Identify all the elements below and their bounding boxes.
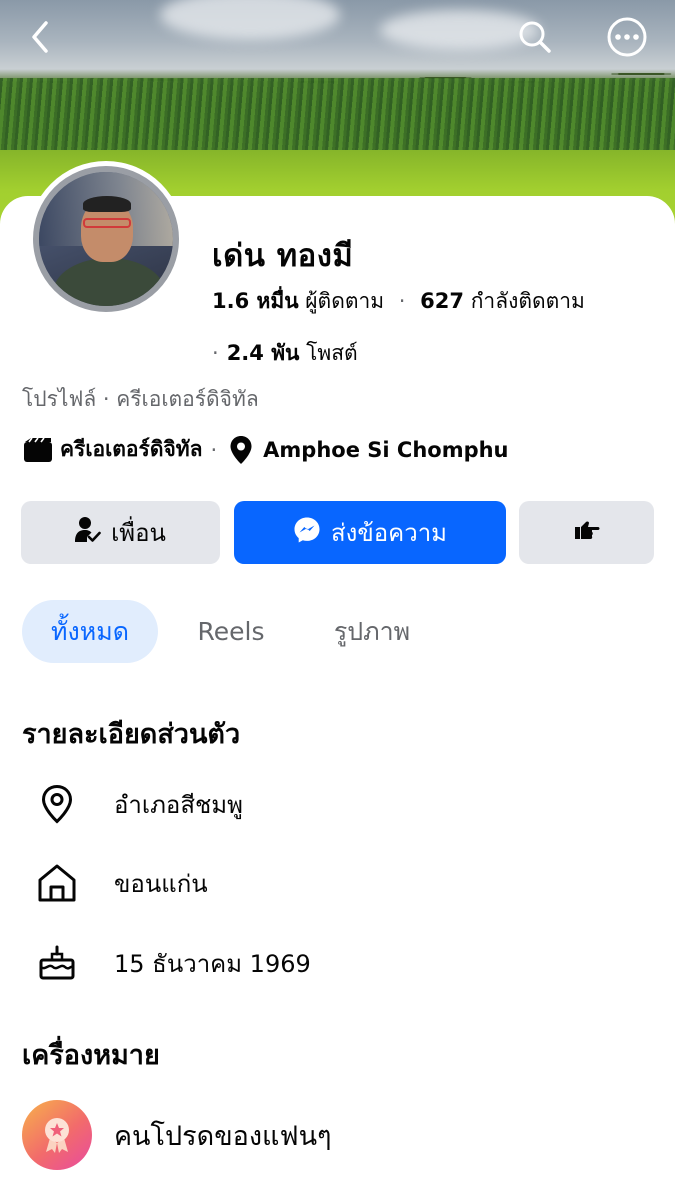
location-label[interactable]: Amphoe Si Chomphu xyxy=(263,438,508,462)
current-city-row: อำเภอสีชมพู xyxy=(34,781,243,827)
separator-dot: · xyxy=(210,437,218,462)
following-count[interactable]: 627 xyxy=(420,289,464,313)
hometown-row: ขอนแก่น xyxy=(34,860,208,906)
cloud xyxy=(160,0,340,40)
details-section-title: รายละเอียดส่วนตัว xyxy=(22,719,241,750)
profile-meta: ครีเอเตอร์ดิจิทัล · Amphoe Si Chomphu xyxy=(22,433,509,466)
send-message-button[interactable]: ส่งข้อความ xyxy=(234,501,506,564)
profile-posts-stat: · 2.4 พัน โพสต์ xyxy=(212,337,358,370)
search-icon[interactable] xyxy=(512,14,558,60)
pointing-hand-icon xyxy=(573,519,601,547)
friends-button[interactable]: เพื่อน xyxy=(21,501,220,564)
location-pin-icon xyxy=(34,781,80,827)
profile-subtitle: โปรไฟล์ · ครีเอเตอร์ดิจิทัล xyxy=(22,387,259,411)
badge-item[interactable]: คนโปรดของแฟนๆ xyxy=(22,1100,332,1170)
hometown-text[interactable]: ขอนแก่น xyxy=(114,864,208,903)
profile-name: เด่น ทองมี xyxy=(212,238,354,274)
friend-check-icon xyxy=(75,516,101,550)
followers-label[interactable]: ผู้ติดตาม xyxy=(305,289,384,313)
tab-all[interactable]: ทั้งหมด xyxy=(22,600,158,663)
friends-button-label: เพื่อน xyxy=(111,519,166,547)
posts-count: 2.4 พัน xyxy=(226,341,300,365)
tab-photos[interactable]: รูปภาพ xyxy=(302,600,442,663)
tab-reels[interactable]: Reels xyxy=(176,600,286,663)
birthday-row: 15 ธันวาคม 1969 xyxy=(34,940,311,986)
avatar[interactable] xyxy=(28,161,184,317)
separator-dot: · xyxy=(398,289,406,313)
badge-label: คนโปรดของแฟนๆ xyxy=(114,1120,332,1152)
separator-dot: · xyxy=(212,341,219,365)
more-options-icon[interactable] xyxy=(604,14,650,60)
clapperboard-icon xyxy=(22,434,54,466)
fan-favorite-badge-icon xyxy=(22,1100,92,1170)
profile-stats: 1.6 หมื่น ผู้ติดตาม · 627 กำลังติดตาม xyxy=(212,285,585,318)
location-pin-icon xyxy=(225,434,257,466)
avatar-photo xyxy=(33,166,179,312)
followers-count[interactable]: 1.6 หมื่น xyxy=(212,289,299,313)
following-label[interactable]: กำลังติดตาม xyxy=(471,289,585,313)
posts-label: โพสต์ xyxy=(306,341,358,365)
birthday-cake-icon xyxy=(34,940,80,986)
category-label: ครีเอเตอร์ดิจิทัล xyxy=(60,437,203,461)
send-message-label: ส่งข้อความ xyxy=(330,519,447,547)
poke-button[interactable] xyxy=(519,501,654,564)
badges-section-title: เครื่องหมาย xyxy=(22,1040,160,1071)
sugarcane-field xyxy=(0,78,675,153)
back-icon[interactable] xyxy=(18,14,64,60)
birthday-text: 15 ธันวาคม 1969 xyxy=(114,949,311,978)
current-city-text[interactable]: อำเภอสีชมพู xyxy=(114,785,243,824)
messenger-icon xyxy=(293,516,321,550)
home-icon xyxy=(34,860,80,906)
